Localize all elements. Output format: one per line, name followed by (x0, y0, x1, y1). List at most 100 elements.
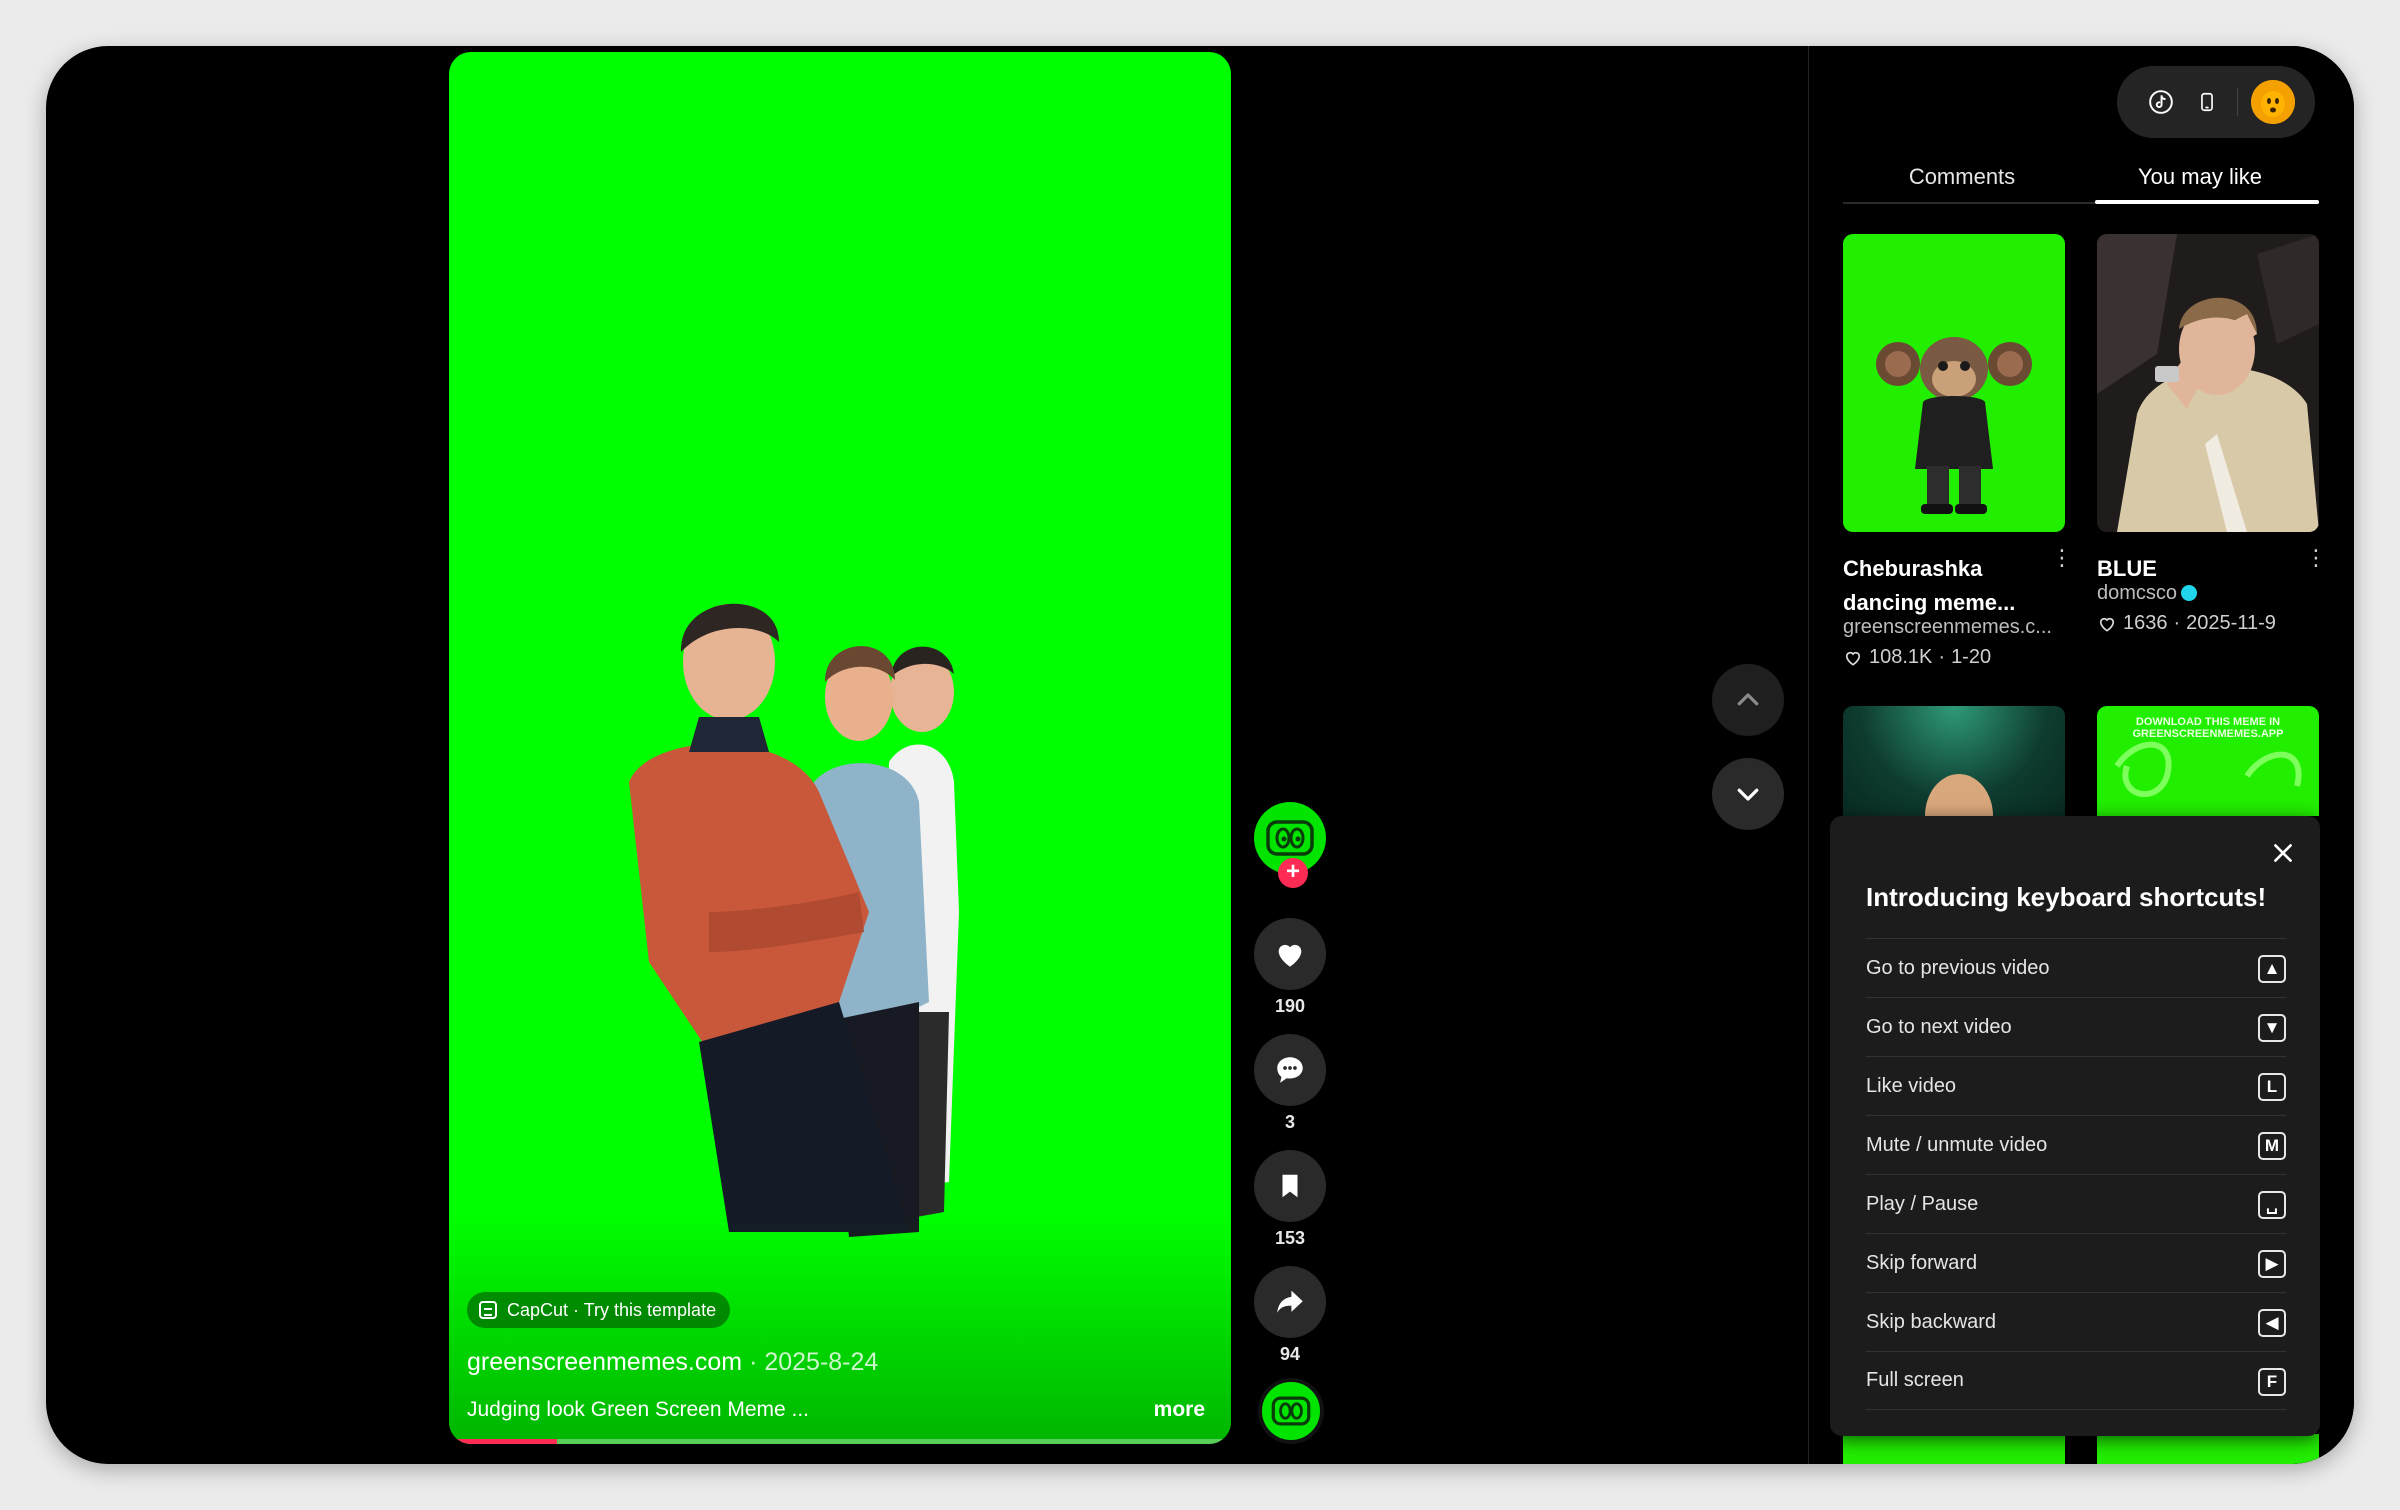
like-button[interactable] (1254, 918, 1326, 990)
card-date: 2025-11-9 (2186, 612, 2276, 634)
mobile-device-icon[interactable] (2193, 88, 2221, 116)
close-icon (2274, 844, 2292, 862)
next-video-button[interactable] (1712, 758, 1784, 830)
card-author[interactable]: greenscreenmemes.c... (1843, 616, 2065, 639)
tab-you-may-like[interactable]: You may like (2081, 154, 2319, 204)
previous-video-button[interactable] (1712, 664, 1784, 736)
like-count: 190 (1274, 996, 1306, 1016)
comment-bubble-icon (1277, 1057, 1303, 1083)
capcut-label: CapCut · Try this template (507, 1299, 717, 1320)
top-toolbar (2117, 66, 2315, 138)
save-count: 153 (1274, 1228, 1306, 1248)
heart-outline-icon (2099, 617, 2115, 632)
card-separator: · (1938, 646, 1946, 668)
save-button[interactable] (1254, 1150, 1326, 1222)
tiktok-icon[interactable] (2147, 88, 2175, 116)
shortcut-label: Skip forward (1866, 1251, 1978, 1274)
video-thumbnail[interactable] (2097, 234, 2319, 532)
video-author-line: greenscreenmemes.com · 2025-8-24 (467, 1348, 878, 1377)
video-thumbnail[interactable] (1843, 706, 2065, 816)
close-popup-button[interactable] (2270, 840, 2296, 866)
shortcut-label: Go to next video (1866, 1015, 2012, 1038)
action-rail: + 190 3 153 94 (1254, 46, 1328, 1464)
shortcut-row: Go to next video ▼ (1866, 997, 2286, 1056)
shortcut-label: Like video (1866, 1074, 1957, 1097)
key-up-arrow-icon: ▲ (2258, 955, 2286, 983)
bookmark-icon (1282, 1174, 1298, 1198)
key-left-arrow-icon: ◀ (2258, 1309, 2286, 1337)
card-date: 1-20 (1951, 646, 1992, 668)
card-stats: 1636 · 2025-11-9 (2097, 612, 2276, 635)
comment-count: 3 (1284, 1112, 1295, 1132)
shortcut-row: Skip forward ▶ (1866, 1233, 2286, 1292)
shortcut-label: Go to previous video (1866, 956, 2050, 979)
person-head-thumbnail-image (1925, 774, 1993, 816)
key-down-arrow-icon: ▼ (2258, 1014, 2286, 1042)
shortcut-label: Skip backward (1866, 1310, 1997, 1333)
heart-icon (1278, 944, 1302, 967)
follow-button[interactable]: + (1278, 858, 1308, 888)
avatar-face-icon (2251, 80, 2295, 124)
video-frame-people (629, 603, 959, 1237)
card-stats: 108.1K · 1-20 (1843, 646, 1991, 669)
key-f: F (2258, 1368, 2286, 1396)
tab-comments[interactable]: Comments (1843, 154, 2081, 204)
share-count: 94 (1279, 1344, 1301, 1364)
shortcut-row: Like video L (1866, 1056, 2286, 1115)
chevron-down-icon (1737, 788, 1759, 801)
video-thumbnail[interactable] (1843, 1434, 2065, 1464)
panel-tabs: Comments You may like (1843, 154, 2319, 204)
key-l: L (2258, 1073, 2286, 1101)
cheburashka-thumbnail-image (1876, 337, 2032, 514)
card-author-name[interactable]: domcsco (2097, 582, 2177, 604)
person-in-car-thumbnail-image (2097, 234, 2319, 532)
video-author-link[interactable]: greenscreenmemes.com (467, 1348, 742, 1376)
chevron-up-icon (1737, 693, 1759, 706)
shortcut-label: Mute / unmute video (1866, 1133, 2048, 1156)
video-progress-bar[interactable] (457, 1439, 1227, 1444)
video-player[interactable]: CapCut · Try this template greenscreenme… (449, 52, 1231, 1444)
key-m: M (2258, 1132, 2286, 1160)
keyboard-shortcuts-popup: Introducing keyboard shortcuts! Go to pr… (1830, 816, 2320, 1436)
toolbar-divider (2237, 88, 2238, 116)
shortcut-row: Play / Pause ␣ (1866, 1174, 2286, 1233)
description-more-button[interactable]: more (1154, 1398, 1205, 1422)
comment-button[interactable] (1254, 1034, 1326, 1106)
music-disc[interactable] (1258, 1378, 1324, 1444)
eyes-logo-icon (1271, 1396, 1311, 1426)
shortcut-row: Mute / unmute video M (1866, 1115, 2286, 1174)
verified-badge-icon (2181, 585, 2198, 601)
more-options-icon[interactable]: ⋮ (2051, 547, 2073, 578)
video-description: Judging look Green Screen Meme ... (467, 1398, 810, 1421)
card-like-count: 1636 (2123, 612, 2168, 634)
video-thumbnail[interactable] (2097, 1434, 2319, 1464)
card-separator: · (2173, 612, 2181, 634)
card-title[interactable]: BLUE (2097, 552, 2287, 586)
shortcut-label: Play / Pause (1866, 1192, 1979, 1215)
share-arrow-icon (1277, 1290, 1303, 1313)
video-date: · 2025-8-24 (742, 1348, 879, 1376)
user-avatar[interactable] (2251, 80, 2295, 124)
video-progress-fill (457, 1439, 558, 1444)
shortcut-label: Full screen (1866, 1369, 1964, 1391)
capcut-template-link[interactable]: CapCut · Try this template (467, 1292, 731, 1328)
popup-title: Introducing keyboard shortcuts! (1866, 882, 2267, 912)
card-title[interactable]: Cheburashka dancing meme... (1843, 552, 2033, 620)
active-tab-indicator (2095, 200, 2319, 204)
video-thumbnail[interactable]: DOWNLOAD THIS MEME IN GREENSCREENMEMES.A… (2097, 706, 2319, 816)
thumbnail-watermark-text: DOWNLOAD THIS MEME IN GREENSCREENMEMES.A… (2132, 716, 2284, 740)
app-window: CapCut · Try this template greenscreenme… (46, 46, 2354, 1464)
shortcut-list: Go to previous video ▲ Go to next video ▼ … (1866, 938, 2286, 1410)
card-like-count: 108.1K (1869, 646, 1933, 668)
card-author[interactable]: domcsco (2097, 582, 2319, 605)
shortcut-row: Full screen F (1866, 1351, 2286, 1410)
shortcut-row: Skip backward ◀ (1866, 1292, 2286, 1351)
key-right-arrow-icon: ▶ (2258, 1250, 2286, 1278)
capcut-icon (479, 1301, 497, 1319)
key-space-icon: ␣ (2258, 1191, 2286, 1219)
more-options-icon[interactable]: ⋮ (2305, 547, 2327, 578)
shortcut-row: Go to previous video ▲ (1866, 938, 2286, 997)
video-thumbnail[interactable] (1843, 234, 2065, 532)
heart-outline-icon (1845, 651, 1861, 666)
share-button[interactable] (1254, 1266, 1326, 1338)
